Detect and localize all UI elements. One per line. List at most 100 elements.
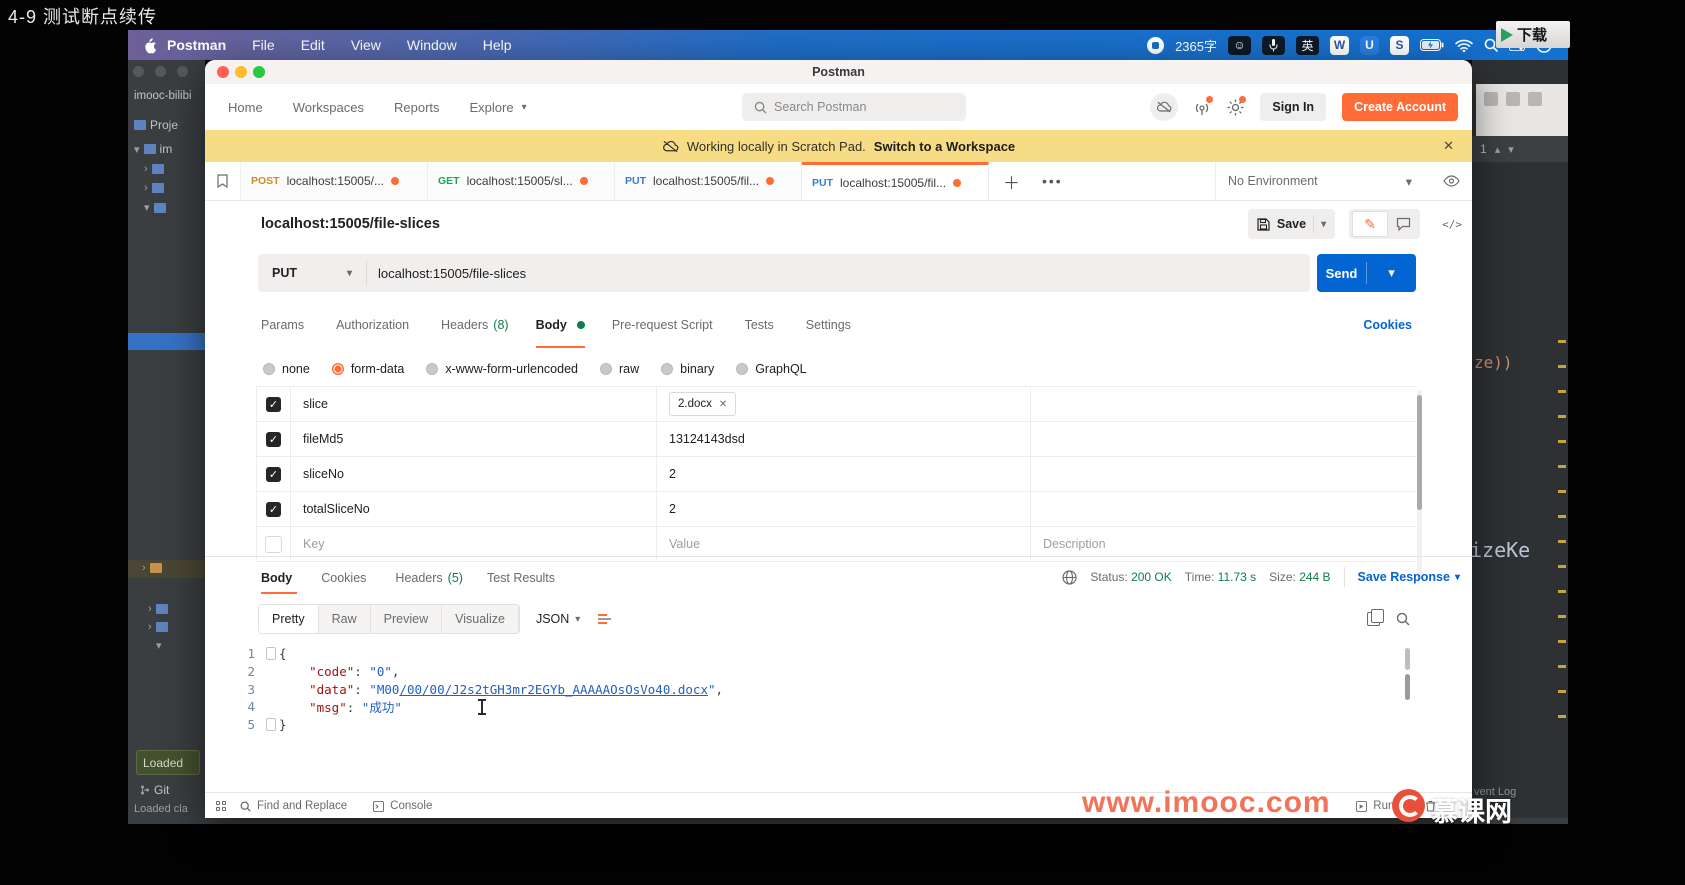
close-banner-icon[interactable]: ✕ (1443, 138, 1454, 154)
request-config-tab[interactable]: Headers (8) (441, 298, 509, 352)
request-config-tab[interactable]: Params (261, 298, 309, 352)
body-mode-radio[interactable]: raw (600, 362, 639, 376)
download-overlay-button[interactable]: 下载 (1496, 21, 1570, 48)
ide-tree-item[interactable]: › (148, 621, 168, 633)
key-cell[interactable]: slice (291, 387, 657, 421)
url-field[interactable]: PUT ▾ localhost:15005/file-slices (258, 254, 1310, 292)
request-config-tab[interactable]: Pre-request Script (612, 298, 718, 352)
description-cell[interactable] (1031, 422, 1417, 456)
response-body-editor[interactable]: 1 { 2 "code": "0", 3 "data": "M00/00/00/… (205, 645, 1472, 790)
find-replace-button[interactable]: Find and Replace (240, 800, 347, 812)
wps-icon[interactable]: W (1330, 35, 1349, 55)
table-row[interactable]: ✓ slice 2.docx ✕ (257, 387, 1417, 422)
menubar-item[interactable]: Help (483, 37, 512, 53)
save-response-button[interactable]: Save Response ▾ (1358, 570, 1460, 584)
response-tab[interactable]: Body (261, 557, 298, 598)
description-cell[interactable] (1031, 387, 1417, 421)
view-toggle[interactable]: Visualize (442, 605, 519, 633)
status-value[interactable]: 200 OK (1131, 570, 1172, 584)
request-tab[interactable]: GET localhost:15005/sl... (428, 162, 615, 200)
nav-item[interactable]: Reports (394, 100, 440, 115)
input-method-icon[interactable]: 英 (1296, 35, 1319, 55)
notifications-icon[interactable] (1194, 95, 1214, 116)
code-snippet-toggle[interactable]: </> (1442, 218, 1462, 231)
request-tab[interactable]: POST localhost:15005/... (241, 162, 428, 200)
body-mode-radio[interactable]: binary (661, 362, 714, 376)
table-row[interactable]: ✓ sliceNo 2 (257, 457, 1417, 492)
table-row[interactable]: ✓ fileMd5 13124143dsd (257, 422, 1417, 457)
edit-pencil-icon[interactable]: ✎ (1352, 211, 1389, 237)
nav-item[interactable]: Home (228, 100, 263, 115)
ide-selected-item[interactable] (128, 333, 205, 350)
request-config-tab[interactable]: Authorization (336, 298, 414, 352)
ide-tree-item[interactable]: › (144, 182, 164, 194)
sign-in-button[interactable]: Sign In (1260, 93, 1327, 121)
apple-logo-icon[interactable] (142, 37, 157, 54)
response-tab[interactable]: Headers (5) (395, 557, 463, 598)
new-tab-button[interactable]: ＋ (1003, 169, 1020, 194)
window-titlebar[interactable]: Postman (205, 60, 1472, 84)
send-button[interactable]: Send ▾ (1317, 254, 1416, 292)
beautify-icon[interactable] (598, 614, 612, 624)
settings-gear-icon[interactable] (1227, 95, 1247, 116)
value-cell[interactable]: 2 (657, 457, 1031, 491)
environment-selector[interactable]: No Environment ▾ (1215, 162, 1472, 200)
sidebar-toggle-icon[interactable] (216, 801, 226, 811)
key-cell[interactable]: fileMd5 (291, 422, 657, 456)
response-tab[interactable]: Test Results (487, 557, 560, 598)
editor-scrollbar[interactable] (1405, 648, 1410, 758)
checkbox-checked-icon[interactable]: ✓ (266, 501, 281, 517)
body-mode-radio[interactable]: none (263, 362, 310, 376)
file-chip[interactable]: 2.docx ✕ (669, 392, 737, 416)
nav-item[interactable]: Workspaces (293, 100, 364, 115)
fold-icon[interactable] (263, 647, 279, 661)
arrow-up-icon[interactable]: ▴ (1495, 143, 1501, 156)
table-scrollbar[interactable] (1417, 390, 1422, 580)
emoji-input-icon[interactable]: ☺ (1228, 35, 1251, 55)
tab-options-icon[interactable]: ••• (1042, 173, 1063, 189)
description-cell[interactable] (1031, 492, 1417, 526)
chevron-down-icon[interactable]: ▾ (1367, 265, 1416, 281)
body-mode-radio[interactable]: GraphQL (736, 362, 807, 376)
body-mode-radio[interactable]: form-data (331, 362, 404, 376)
request-config-tab[interactable]: Body (535, 298, 586, 352)
key-cell[interactable]: sliceNo (291, 457, 657, 491)
request-tab[interactable]: PUT localhost:15005/fil... (615, 162, 802, 200)
console-button[interactable]: Console (373, 800, 432, 812)
collection-bookmark-icon[interactable] (205, 162, 241, 200)
menubar-item[interactable]: View (351, 37, 381, 53)
size-value[interactable]: 244 B (1299, 570, 1330, 584)
ide-tree-item[interactable]: ▾ (156, 639, 162, 652)
save-button[interactable]: Save ▾ (1247, 209, 1336, 239)
request-tab[interactable]: PUT localhost:15005/fil... (802, 162, 989, 200)
view-toggle[interactable]: Raw (319, 605, 371, 633)
ide-tree-item[interactable]: ▾ (144, 201, 166, 214)
body-mode-radio[interactable]: x-www-form-urlencoded (426, 362, 578, 376)
wifi-icon[interactable] (1455, 39, 1473, 52)
request-config-tab[interactable]: Settings (806, 298, 856, 352)
request-name[interactable]: localhost:15005/file-slices (261, 216, 440, 232)
cookies-link[interactable]: Cookies (1363, 318, 1412, 332)
switch-workspace-link[interactable]: Switch to a Workspace (874, 139, 1015, 154)
ide-project-tab[interactable]: Proje (134, 118, 178, 132)
battery-icon[interactable] (1420, 39, 1444, 51)
response-tab[interactable]: Cookies (321, 557, 371, 598)
screen-record-icon[interactable] (1147, 36, 1165, 54)
ide-tree-root[interactable]: ▾ im (134, 142, 172, 156)
search-input[interactable]: Search Postman (742, 93, 966, 121)
ide-highlighted-item[interactable] (128, 560, 205, 578)
checkbox-empty-icon[interactable] (265, 535, 282, 553)
response-link[interactable]: /00/00/J2s2tGH3mr2EGYb_AAAAAOsOsVo40.doc… (399, 682, 708, 697)
table-row[interactable]: ✓ totalSliceNo 2 (257, 492, 1417, 527)
microphone-icon[interactable] (1262, 35, 1285, 55)
url-input[interactable]: localhost:15005/file-slices (378, 266, 526, 281)
menubar-item[interactable]: File (252, 37, 275, 53)
request-config-tab[interactable]: Tests (745, 298, 779, 352)
ide-tree-item[interactable]: › (148, 603, 168, 615)
remove-file-icon[interactable]: ✕ (719, 399, 727, 410)
environment-eye-icon[interactable] (1443, 175, 1460, 187)
chevron-down-icon[interactable]: ▾ (1321, 219, 1326, 230)
search-response-icon[interactable] (1396, 612, 1410, 626)
checkbox-checked-icon[interactable]: ✓ (266, 431, 281, 447)
ide-tree-item[interactable]: › (144, 163, 164, 175)
